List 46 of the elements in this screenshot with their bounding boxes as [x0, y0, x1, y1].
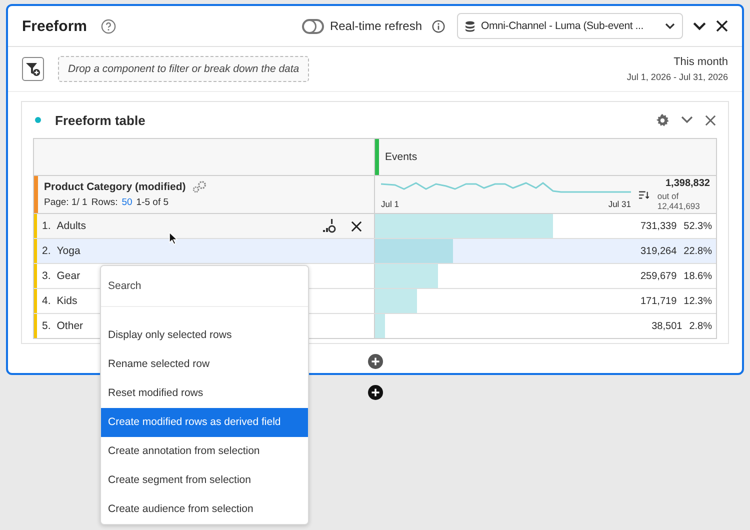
row-index: 3.: [42, 270, 51, 282]
row-index: 4.: [42, 295, 51, 307]
toggle-label: Real-time refresh: [330, 19, 422, 33]
axis-label: Jul 31: [608, 198, 631, 208]
data-view-dropdown[interactable]: Omni-Channel - Luma (Sub-event ...: [457, 13, 683, 39]
row-label: Gear: [56, 270, 80, 282]
page-info: Page: 1/ 1: [44, 197, 88, 208]
rows-label: Rows:: [91, 197, 118, 208]
total-value: 1,398,832: [666, 178, 710, 189]
menu-item[interactable]: Rename selected row: [101, 350, 308, 379]
table-row[interactable]: 2. Yoga 319,264 22.8%: [34, 239, 716, 264]
dimension-name: Product Category (modified): [44, 180, 186, 192]
row-index: 5.: [42, 320, 51, 332]
row-value: 319,264: [640, 246, 677, 256]
row-label: Adults: [56, 220, 86, 232]
row-percent: 12.3%: [684, 296, 712, 306]
row-percent: 22.8%: [684, 246, 712, 256]
row-value: 259,679: [640, 270, 677, 282]
row-label: Kids: [56, 295, 78, 307]
table-title: Freeform table: [55, 112, 146, 128]
menu-item[interactable]: Create annotation from selection: [101, 437, 308, 466]
row-value: 171,719: [640, 296, 677, 306]
row-value: 38,501: [652, 320, 682, 332]
menu-item[interactable]: Reset modified rows: [101, 379, 308, 408]
row-index: 2.: [42, 245, 51, 257]
total-caption: out of 12,441,693: [657, 191, 701, 211]
row-index: 1.: [42, 220, 51, 232]
row-label: Other: [56, 320, 84, 332]
row-value: 731,339: [640, 220, 677, 232]
drop-zone[interactable]: Drop a component to filter or break down the data: [58, 56, 310, 82]
row-percent: 2.8%: [689, 320, 712, 332]
menu-item[interactable]: Create segment from selection: [101, 466, 308, 495]
rows-range: 1-5 of 5: [136, 197, 169, 208]
search-field[interactable]: Search: [101, 266, 308, 307]
dimension-header[interactable]: Product Category (modified) Page: 1/ 1 Rows: 50 1-5 of 5: [34, 176, 375, 213]
window-title: Freeform: [22, 18, 88, 34]
date-range[interactable]: Jul 1, 2026 - Jul 31, 2026: [626, 72, 728, 82]
date-label[interactable]: This month: [674, 56, 728, 68]
menu-item[interactable]: Create audience from selection: [101, 495, 308, 524]
table-row[interactable]: 1. Adults 731,339 52.3%: [34, 214, 716, 239]
row-label: Yoga: [56, 245, 80, 257]
row-percent: 52.3%: [684, 220, 712, 232]
menu-item[interactable]: Create modified rows as derived field: [101, 408, 308, 437]
rows-count-link[interactable]: 50: [122, 197, 132, 208]
axis-label: Jul 1: [381, 198, 399, 208]
row-percent: 18.6%: [684, 270, 712, 282]
